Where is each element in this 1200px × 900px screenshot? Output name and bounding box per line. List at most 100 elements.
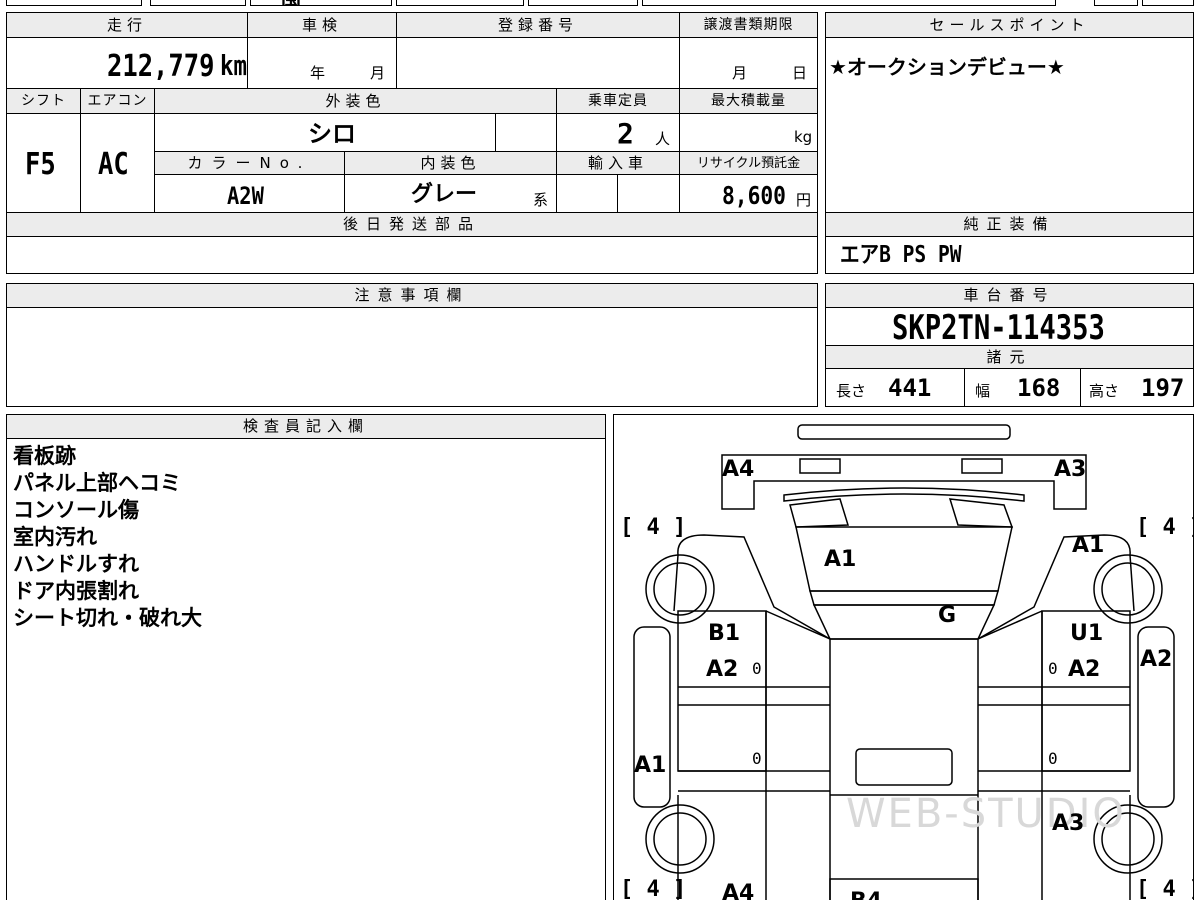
import-car-cell-1 (556, 174, 618, 213)
top-strip-cell-5 (528, 0, 638, 6)
inspector-note: シート切れ・破れ大 (13, 606, 202, 630)
damage-label-windshield: G (938, 603, 957, 628)
top-strip-cell-7 (1094, 0, 1138, 6)
mileage-unit: km (220, 49, 247, 82)
color-no-header: カラーNo. (154, 151, 345, 175)
color-no-cell: A2W (154, 174, 345, 213)
shift-header: シフト (6, 88, 81, 114)
shift-value: F5 (25, 147, 56, 182)
specs-width-cell: 幅 168 (964, 368, 1081, 407)
inspector-note: 室内汚れ (13, 525, 97, 549)
inspector-note: パネル上部ヘコミ (13, 471, 181, 495)
inspector-note: ハンドルすれ (13, 552, 139, 576)
interior-color-value: グレー (411, 182, 478, 207)
exterior-color-cell: シロ (154, 113, 496, 152)
chassis-number-cell: SKP2TN-114353 (825, 307, 1194, 346)
damage-label-door-fr-bottom: A2 (1068, 657, 1101, 682)
damage-label-front-left: A4 (722, 457, 755, 482)
chassis-number-value: SKP2TN-114353 (892, 308, 1105, 348)
damage-label-rear-left: A4 (722, 881, 755, 900)
max-load-header: 最大積載量 (679, 88, 818, 114)
damage-label-fender-right: A1 (1072, 533, 1105, 558)
capacity-header: 乗車定員 (556, 88, 680, 114)
diagram-zero-mark: 0 (752, 749, 762, 768)
caution-header: 注意事項欄 (6, 283, 818, 308)
damage-label-door-fr-top: U1 (1070, 621, 1104, 646)
later-parts-cell (6, 236, 818, 274)
capacity-unit: 人 (655, 130, 671, 148)
inspector-note: 看板跡 (13, 444, 76, 468)
mileage-value: 212,779 (107, 49, 215, 84)
specs-height-cell: 高さ 197 (1080, 368, 1194, 407)
inspection-header: 車検 (247, 12, 397, 38)
chassis-number-header: 車台番号 (825, 283, 1194, 308)
inspector-note: ドア内張割れ (13, 579, 139, 603)
inspection-cell: 年 月 (247, 37, 397, 89)
specs-length-cell: 長さ 441 (825, 368, 965, 407)
damage-label-side-left: A1 (634, 753, 667, 778)
genuine-equipment-value: エアB PS PW (840, 242, 962, 268)
inspector-header: 検査員記入欄 (6, 414, 606, 439)
damage-label-rear-right-panel: A3 (1052, 811, 1085, 836)
interior-color-cell: グレー 系 (344, 174, 557, 213)
aircon-value: AC (98, 147, 129, 182)
tire-bracket-front-left: [ 4 ] (620, 515, 687, 540)
top-cropped-text: 国 (281, 0, 301, 5)
specs-length-label: 長さ (836, 382, 867, 400)
genuine-equipment-cell: エアB PS PW (825, 236, 1194, 274)
aircon-cell: AC (80, 113, 155, 213)
diagram-zero-mark: 0 (1048, 659, 1058, 678)
sales-point-header: セールスポイント (825, 12, 1194, 38)
damage-label-hood: A1 (824, 547, 857, 572)
diagram-zero-mark: 0 (1048, 749, 1058, 768)
later-parts-header: 後日発送部品 (6, 212, 818, 237)
specs-width-value: 168 (1017, 374, 1061, 402)
specs-height-label: 高さ (1089, 382, 1120, 400)
specs-header: 諸元 (825, 345, 1194, 369)
exterior-color-extra-cell (495, 113, 557, 152)
specs-length-value: 441 (888, 374, 932, 402)
aircon-header: エアコン (80, 88, 155, 114)
inspection-month-label: 月 (370, 64, 386, 82)
damage-label-rear-center: B4 (850, 891, 882, 900)
specs-height-value: 197 (1141, 374, 1185, 402)
top-strip-cell-2 (150, 0, 246, 6)
top-strip-cell-1 (6, 0, 142, 6)
tire-bracket-rear-left: [ 4 ] (620, 877, 687, 900)
shift-cell: F5 (6, 113, 81, 213)
transfer-month-label: 月 (732, 64, 748, 82)
recycle-fee-unit: 円 (796, 191, 812, 209)
tire-bracket-front-right: [ 4 ] (1136, 515, 1193, 540)
registration-header: 登録番号 (396, 12, 680, 38)
top-strip-cell-6 (642, 0, 1056, 6)
top-strip-cell-8 (1142, 0, 1194, 6)
exterior-color-value: シロ (308, 120, 356, 148)
genuine-equipment-header: 純正装備 (825, 212, 1194, 237)
sales-point-cell: ★オークションデビュー★ (825, 37, 1194, 213)
color-no-value: A2W (227, 182, 264, 210)
registration-cell (396, 37, 680, 89)
top-strip-cell-3: 国 (250, 0, 392, 6)
interior-color-header: 内装色 (344, 151, 557, 175)
specs-width-label: 幅 (975, 382, 991, 400)
damage-label-door-fl-top: B1 (708, 621, 741, 646)
damage-label-door-fl-bottom: A2 (706, 657, 739, 682)
recycle-fee-cell: 8,600 円 (679, 174, 818, 213)
damage-diagram: WEB-STUDIO [ 4 ] [ 4 ] [ 4 ] [ 4 ] A4 A3… (613, 414, 1194, 900)
inspection-year-label: 年 (310, 64, 326, 82)
caution-cell (6, 307, 818, 407)
diagram-zero-mark: 0 (752, 659, 762, 678)
max-load-unit: kg (794, 128, 813, 146)
damage-label-side-right: A2 (1140, 647, 1173, 672)
top-strip-cell-4 (396, 0, 524, 6)
capacity-cell: 2 人 (556, 113, 680, 152)
tire-bracket-rear-right: [ 4 ] (1136, 877, 1193, 900)
transfer-day-label: 日 (792, 64, 808, 82)
import-car-header: 輸入車 (556, 151, 680, 175)
transfer-deadline-cell: 月 日 (679, 37, 818, 89)
max-load-cell: kg (679, 113, 818, 152)
damage-label-front-right: A3 (1054, 457, 1087, 482)
transfer-deadline-header: 譲渡書類期限 (679, 12, 818, 38)
recycle-fee-value: 8,600 (722, 181, 786, 210)
inspector-notes-cell: 看板跡 パネル上部ヘコミ コンソール傷 室内汚れ ハンドルすれ ドア内張割れ シ… (6, 438, 606, 900)
